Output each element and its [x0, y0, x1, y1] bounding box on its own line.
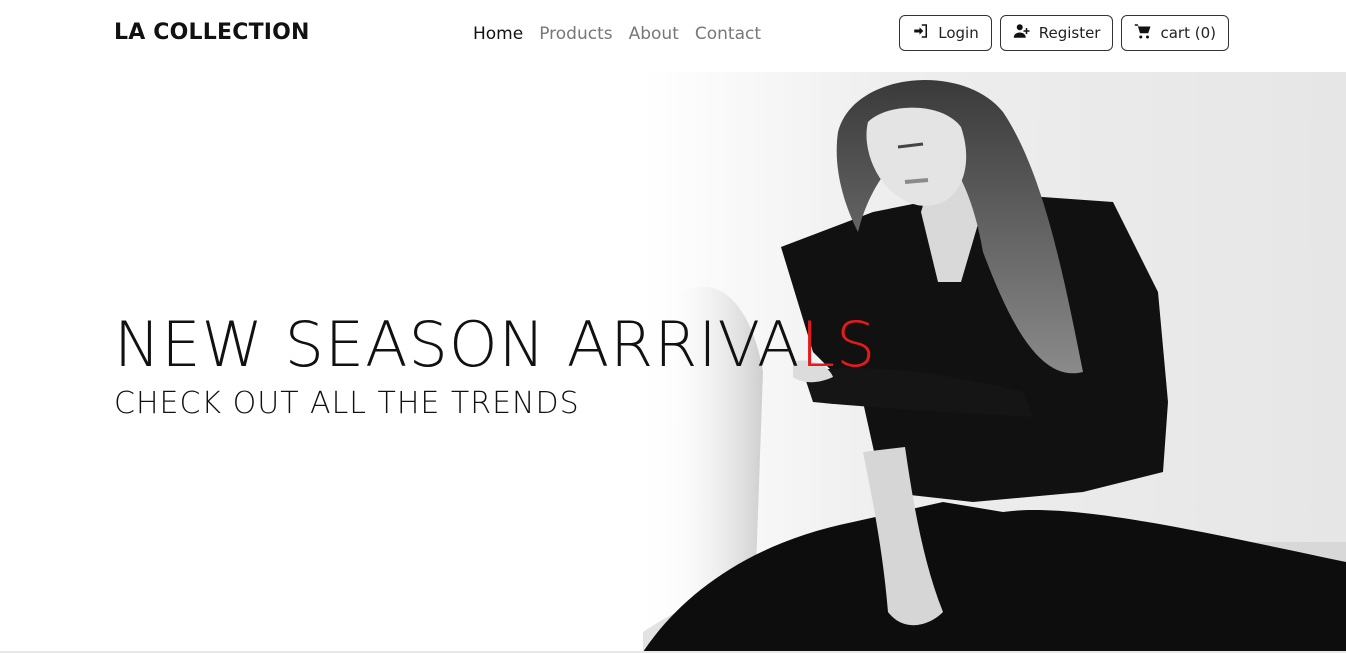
nav-link-about[interactable]: About [629, 24, 679, 44]
auth-cart-buttons: Login Register cart (0) [899, 15, 1229, 51]
headline-main: NEW SEASON ARRIVA [114, 308, 801, 381]
register-label: Register [1038, 24, 1101, 42]
user-plus-icon [1013, 22, 1031, 44]
nav-link-home[interactable]: Home [473, 24, 523, 44]
hero-headline: NEW SEASON ARRIVALS [114, 308, 876, 381]
nav-link-products[interactable]: Products [539, 24, 612, 44]
login-label: Login [938, 24, 979, 42]
sign-in-icon [912, 22, 930, 44]
register-button[interactable]: Register [999, 15, 1114, 51]
navbar: LA COLLECTION Home Products About Contac… [0, 0, 1346, 72]
main-nav: Home Products About Contact [473, 24, 761, 44]
cart-label: cart (0) [1160, 24, 1216, 42]
login-button[interactable]: Login [899, 15, 992, 51]
brand-logo[interactable]: LA COLLECTION [114, 20, 310, 45]
nav-link-contact[interactable]: Contact [695, 24, 761, 44]
hero-subheadline: CHECK OUT ALL THE TRENDS [114, 386, 580, 421]
cart-icon [1134, 22, 1152, 44]
headline-accent: LS [800, 308, 877, 381]
hero-banner: NEW SEASON ARRIVALS CHECK OUT ALL THE TR… [0, 72, 1346, 653]
cart-button[interactable]: cart (0) [1121, 15, 1229, 51]
